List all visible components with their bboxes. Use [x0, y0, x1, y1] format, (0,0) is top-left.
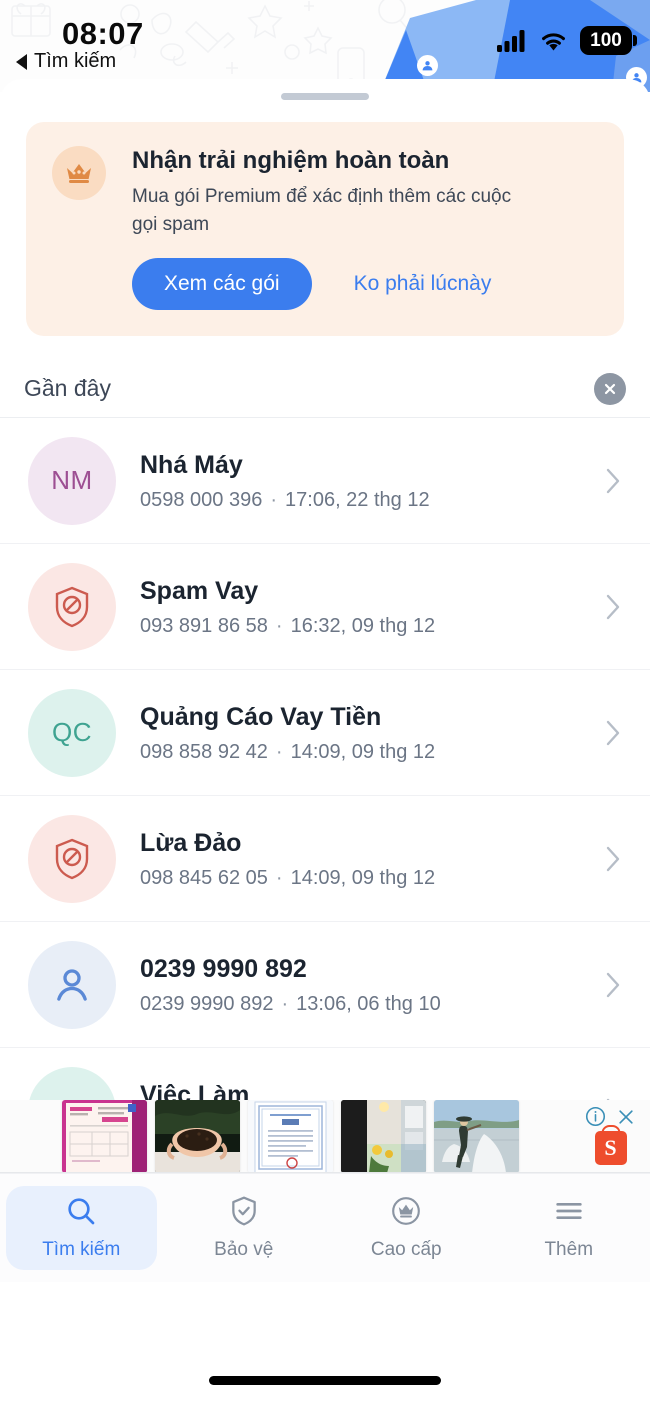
sheet-drag-handle[interactable] [281, 93, 369, 100]
contact-meta: 093 891 86 58 · 16:32, 09 thg 12 [140, 615, 598, 638]
phone-number: 0598 000 396 [140, 488, 263, 511]
row-text: Lừa Đảo 098 845 62 05 · 14:09, 09 thg 12 [140, 828, 598, 890]
battery-level: 100 [590, 29, 622, 51]
ad-thumbnail[interactable] [155, 1100, 240, 1172]
table-row[interactable]: Lừa Đảo 098 845 62 05 · 14:09, 09 thg 12 [0, 796, 650, 923]
back-to-search-link[interactable]: Tìm kiếm [16, 50, 116, 73]
ad-thumbnail[interactable] [248, 1100, 333, 1172]
not-now-button[interactable]: Ko phải lúcnày [354, 272, 492, 296]
crown-icon [52, 146, 106, 200]
avatar: NM [28, 436, 116, 525]
crown-circle-icon [390, 1195, 422, 1232]
phone-number: 098 845 62 05 [140, 866, 268, 889]
chevron-right-icon[interactable] [598, 971, 628, 999]
recent-section-header: Gần đây [0, 360, 650, 419]
tab-label: Tìm kiếm [42, 1239, 121, 1260]
row-text: Quảng Cáo Vay Tiền 098 858 92 42 · 14:09, 0… [140, 702, 598, 764]
tab-shield-check[interactable]: Bảo vệ [169, 1186, 320, 1270]
contact-name: Nhá Máy [140, 450, 243, 479]
contact-meta: 0239 9990 892 · 13:06, 06 thg 10 [140, 993, 598, 1016]
chevron-right-icon[interactable] [598, 845, 628, 873]
home-indicator [209, 1376, 441, 1385]
contact-name: Spam Vay [140, 576, 259, 605]
chevron-right-icon[interactable] [598, 593, 628, 621]
tab-crown-circle[interactable]: Cao cấp [331, 1186, 482, 1270]
bottom-tab-bar: Tìm kiếm Bảo vệ Cao cấp Thêm [0, 1174, 650, 1282]
contact-name: 0239 9990 892 [140, 954, 307, 983]
row-text: Spam Vay 093 891 86 58 · 16:32, 09 thg 12 [140, 576, 598, 638]
battery-icon: 100 [580, 26, 637, 55]
separator: · [275, 866, 283, 889]
ad-thumbnail[interactable] [62, 1100, 147, 1172]
avatar [28, 814, 116, 903]
tab-search[interactable]: Tìm kiếm [6, 1186, 157, 1270]
status-bar-clock: 08:07 [62, 16, 144, 51]
call-time: 17:06, 22 thg 12 [285, 488, 430, 511]
status-bar-icons: 100 [497, 26, 637, 55]
separator: · [281, 992, 289, 1015]
separator: · [275, 614, 283, 637]
banner-title: Nhận trải nghiệm hoàn toàn [132, 147, 450, 174]
wifi-icon [542, 32, 565, 50]
call-time: 13:06, 06 thg 10 [296, 992, 441, 1015]
tab-label: Thêm [544, 1239, 594, 1260]
phone-number: 093 891 86 58 [140, 614, 268, 637]
contact-name: Quảng Cáo Vay Tiền [140, 702, 382, 731]
back-arrow-icon [16, 53, 27, 70]
phone-number: 098 858 92 42 [140, 740, 268, 763]
banner-subtitle: Mua gói Premium để xác định thêm các cuộ… [132, 186, 512, 235]
recent-calls-list: NM Nhá Máy 0598 000 396 · 17:06, 22 thg 12 Sp… [0, 418, 650, 1175]
close-icon[interactable] [594, 372, 626, 405]
row-text: 0239 9990 892 0239 9990 892 · 13:06, 06 thg… [140, 954, 598, 1016]
ad-thumbnail[interactable] [434, 1100, 519, 1172]
chevron-right-icon[interactable] [598, 719, 628, 747]
hamburger-menu-icon [553, 1195, 585, 1232]
contact-meta: 0598 000 396 · 17:06, 22 thg 12 [140, 489, 598, 512]
separator: · [270, 488, 278, 511]
ad-banner[interactable]: S [0, 1100, 650, 1173]
tab-label: Cao cấp [370, 1239, 442, 1260]
table-row[interactable]: Spam Vay 093 891 86 58 · 16:32, 09 thg 12 [0, 544, 650, 671]
phone-number: 0239 9990 892 [140, 992, 274, 1015]
contact-name: Lừa Đảo [140, 828, 242, 857]
table-row[interactable]: 0239 9990 892 0239 9990 892 · 13:06, 06 thg… [0, 922, 650, 1049]
recent-title: Gần đây [24, 375, 111, 402]
chevron-right-icon[interactable] [598, 467, 628, 495]
avatar [28, 562, 116, 651]
contact-meta: 098 845 62 05 · 14:09, 09 thg 12 [140, 867, 598, 890]
tab-label: Bảo vệ [214, 1239, 274, 1260]
contact-meta: 098 858 92 42 · 14:09, 09 thg 12 [140, 741, 598, 764]
table-row[interactable]: NM Nhá Máy 0598 000 396 · 17:06, 22 thg 12 [0, 418, 650, 545]
avatar-initials: QC [52, 717, 92, 748]
call-time: 16:32, 09 thg 12 [290, 614, 436, 637]
tab-hamburger-menu[interactable]: Thêm [494, 1186, 645, 1270]
shield-check-icon [228, 1195, 260, 1232]
premium-promo-banner: Nhận trải nghiệm hoàn toàn Mua gói Premi… [26, 122, 624, 337]
table-row[interactable]: QC Quảng Cáo Vay Tiền 098 858 92 42 · 14:09,… [0, 670, 650, 797]
view-plans-button[interactable]: Xem các gói [132, 258, 312, 311]
banner-actions: Xem các gói Ko phải lúcnày [132, 258, 598, 311]
separator: · [275, 740, 283, 763]
brand-letter: S [604, 1135, 617, 1160]
ad-controls: S [585, 1106, 636, 1165]
call-time: 14:09, 09 thg 12 [290, 866, 436, 889]
info-icon[interactable] [585, 1106, 606, 1127]
ad-thumbnail[interactable] [341, 1100, 426, 1172]
cellular-signal-icon [497, 29, 525, 52]
avatar-initials: NM [51, 465, 93, 496]
avatar [28, 940, 116, 1029]
search-icon [65, 1195, 97, 1232]
avatar: QC [28, 688, 116, 777]
call-time: 14:09, 09 thg 12 [290, 740, 436, 763]
back-label: Tìm kiếm [34, 50, 117, 72]
close-icon[interactable] [616, 1107, 636, 1127]
shopee-bag-icon[interactable]: S [594, 1131, 627, 1165]
row-text: Nhá Máy 0598 000 396 · 17:06, 22 thg 12 [140, 450, 598, 512]
